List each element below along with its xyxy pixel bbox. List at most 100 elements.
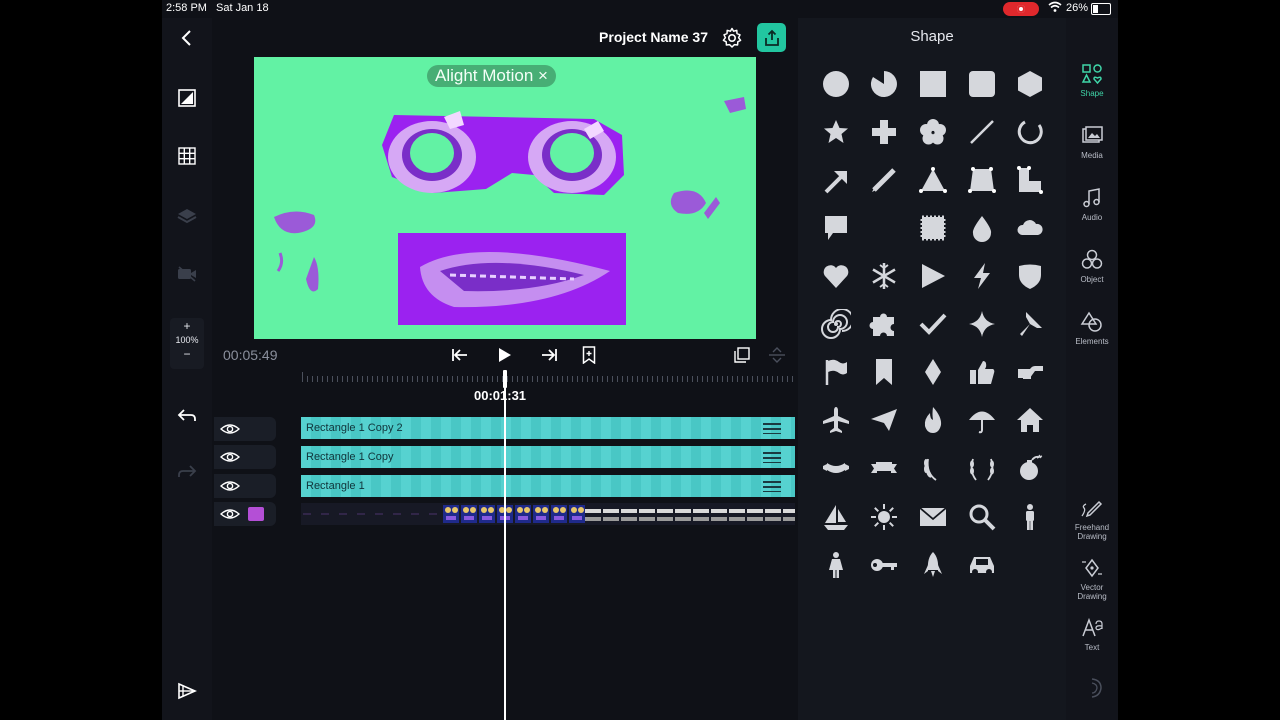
shape-key[interactable] [866,547,902,583]
layer-color-swatch[interactable] [248,507,264,521]
redo-button[interactable] [171,456,203,488]
shape-plus[interactable] [866,114,902,150]
shape-pencil-line[interactable] [866,162,902,198]
shape-banner[interactable] [866,450,902,486]
shape-shield[interactable] [1012,258,1048,294]
back-button[interactable] [171,22,203,54]
shape-envelope[interactable] [915,499,951,535]
shape-sparkle[interactable] [964,306,1000,342]
shape-bomb[interactable] [1012,450,1048,486]
tab-text[interactable]: Text [1066,616,1118,652]
timeline-expand-button[interactable] [766,344,788,366]
shape-star[interactable] [818,114,854,150]
grid-button[interactable] [171,140,203,172]
shape-crescent[interactable] [866,210,902,246]
shape-flower[interactable] [915,114,951,150]
tab-object[interactable]: Object [1066,248,1118,284]
shape-sailboat[interactable] [818,499,854,535]
shape-laurel-left[interactable] [915,450,951,486]
shape-magnifier[interactable] [964,499,1000,535]
shape-laurel-wreath[interactable] [964,450,1000,486]
layer-track-rectangle-1[interactable]: Rectangle 1 [301,475,795,497]
duplicate-button[interactable] [731,344,753,366]
export-button[interactable] [757,23,786,52]
shape-bookmark[interactable] [866,354,902,390]
play-button[interactable] [493,344,515,366]
drag-handle-icon[interactable] [763,451,781,463]
shape-drop[interactable] [964,210,1000,246]
shape-pin[interactable] [1012,306,1048,342]
shape-puzzle[interactable] [866,306,902,342]
add-bookmark-button[interactable] [578,344,600,366]
eye-icon[interactable] [220,478,240,494]
undo-button[interactable] [171,400,203,432]
shape-rounded-square[interactable] [964,66,1000,102]
shape-lightning[interactable] [964,258,1000,294]
shape-arrow[interactable] [818,162,854,198]
layer-track-video[interactable] [301,503,795,525]
shape-umbrella[interactable] [964,402,1000,438]
skip-to-start-button[interactable] [449,344,471,366]
shape-arc[interactable] [1012,114,1048,150]
timeline-ruler[interactable] [302,370,796,384]
shape-l-shape[interactable] [1012,162,1048,198]
shape-play-triangle[interactable] [915,258,951,294]
shape-heart[interactable] [818,258,854,294]
eye-icon[interactable] [220,421,240,437]
shape-line[interactable] [964,114,1000,150]
tab-freehand-drawing[interactable]: Freehand Drawing [1066,496,1118,541]
shape-fire[interactable] [915,402,951,438]
skip-to-end-button[interactable] [538,344,560,366]
shape-ribbon-banner[interactable] [818,450,854,486]
shape-spiral[interactable] [818,306,854,342]
tab-audio[interactable]: Audio [1066,186,1118,222]
playhead-line[interactable] [504,370,506,720]
project-title[interactable]: Project Name 37 [562,29,708,45]
shape-circle[interactable] [818,66,854,102]
eye-icon[interactable] [220,449,240,465]
shape-thumbs-up[interactable] [964,354,1000,390]
watermark-badge[interactable]: Alight Motion × [427,65,556,87]
shape-pie[interactable] [866,66,902,102]
layer-track-rectangle-1-copy-2[interactable]: Rectangle 1 Copy 2 [301,417,795,439]
shape-check[interactable] [915,306,951,342]
tab-media[interactable]: Media [1066,124,1118,160]
shape-cloud[interactable] [1012,210,1048,246]
eye-icon[interactable] [220,506,240,522]
shape-house[interactable] [1012,402,1048,438]
drag-handle-icon[interactable] [763,422,781,434]
shape-stamp[interactable] [915,210,951,246]
layers-button[interactable] [171,200,203,232]
rounded-square-icon [969,71,995,97]
shape-man[interactable] [1012,499,1048,535]
shape-car[interactable] [964,547,1000,583]
preview-canvas[interactable]: Alight Motion × [254,57,756,339]
shape-pointing-hand[interactable] [1012,354,1048,390]
shape-trapezoid[interactable] [964,162,1000,198]
tab-vector-drawing[interactable]: Vector Drawing [1066,556,1118,601]
shape-rocket[interactable] [915,547,951,583]
shape-speech-bubble[interactable] [818,210,854,246]
shape-diamond[interactable] [915,354,951,390]
settings-button[interactable] [720,26,744,50]
zoom-in-button[interactable]: + [170,319,204,333]
shape-square[interactable] [915,66,951,102]
shape-triangle[interactable] [915,162,951,198]
shape-paper-plane[interactable] [866,402,902,438]
zoom-control[interactable]: + 100% − [170,318,204,369]
camera-button[interactable] [171,258,203,290]
shape-hexagon[interactable] [1012,66,1048,102]
aspect-ratio-button[interactable] [171,82,203,114]
shape-woman[interactable] [818,547,854,583]
shape-flag[interactable] [818,354,854,390]
zoom-out-button[interactable]: − [170,347,204,361]
alight-logo-button[interactable] [171,675,203,707]
layer-track-rectangle-1-copy[interactable]: Rectangle 1 Copy [301,446,795,468]
bomb-icon [1020,454,1043,480]
shape-sun[interactable] [866,499,902,535]
shape-airplane[interactable] [818,402,854,438]
drag-handle-icon[interactable] [763,480,781,492]
shape-snowflake[interactable] [866,258,902,294]
tab-elements[interactable]: Elements [1066,310,1118,346]
tab-shape[interactable]: Shape [1066,62,1118,98]
